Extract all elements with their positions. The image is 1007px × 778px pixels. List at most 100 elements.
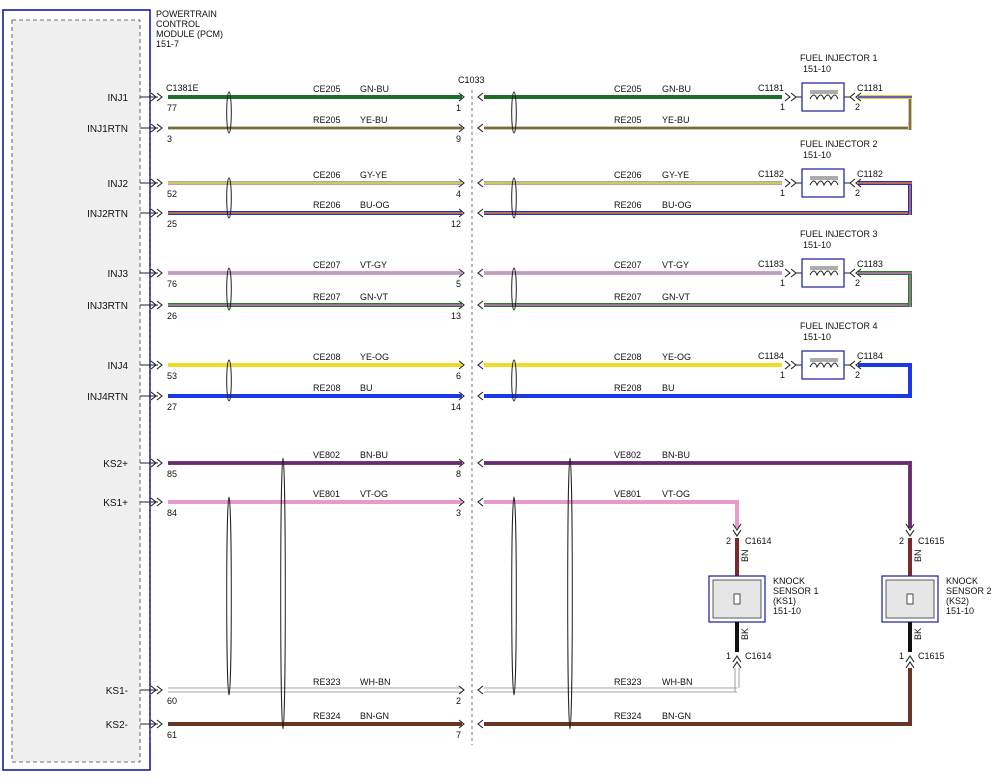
injector-conn-out: C1183: [857, 259, 883, 269]
circuit-id-left: RE207: [313, 292, 341, 302]
c1033-pin-number: 12: [451, 219, 461, 229]
circuit-color-left: VT-GY: [360, 260, 387, 270]
ks-connector-bottom: C1614: [745, 651, 772, 661]
ks-bottom-arrow: [732, 661, 742, 669]
inline-connector-label: C1033: [458, 75, 485, 85]
pcm-pin-label: KS2+: [103, 459, 128, 470]
pcm-pin-label: INJ2: [107, 179, 128, 190]
injector-pin-in: 1: [780, 370, 785, 380]
c1033-pin-number: 1: [456, 103, 461, 113]
circuit-id-left: VE801: [313, 489, 340, 499]
pcm-pin-number: 61: [167, 730, 177, 740]
pcm-pin-number: 26: [167, 311, 177, 321]
pcm-pin-label: INJ1RTN: [87, 124, 128, 135]
circuit-color-right: BN-BU: [662, 450, 690, 460]
injector-pin-arrow: [784, 178, 791, 188]
ks-connector-bottom: C1615: [918, 651, 945, 661]
pcm-pin-label: INJ4RTN: [87, 392, 128, 403]
injector-pin-out: 2: [855, 370, 860, 380]
ks-title-line: (KS2): [946, 596, 969, 606]
pcm-title-line-2: CONTROL: [156, 19, 200, 29]
c1033-pin-arrow: [477, 391, 484, 401]
injector-pin-in: 1: [780, 188, 785, 198]
c1033-pin-arrow: [477, 360, 484, 370]
ks-wire-color-top: BN: [740, 549, 750, 562]
circuit-color-right: BN-GN: [662, 711, 691, 721]
pcm-pin-label: KS1-: [106, 686, 128, 697]
fuel-injector: FUEL INJECTOR 3151-10 C1183 1 C1183 2: [758, 229, 883, 288]
circuit-color-right: GY-YE: [662, 170, 689, 180]
circuit-color-left: BN-BU: [360, 450, 388, 460]
c1033-pin-arrow: [477, 208, 484, 218]
circuit-id-right: RE206: [614, 200, 642, 210]
pcm-pin-number: 3: [167, 134, 172, 144]
injector-pin-out: 2: [855, 278, 860, 288]
circuit-color-left: BU: [360, 383, 373, 393]
pcm-title-line-1: POWERTRAIN: [156, 9, 217, 19]
circuit-id-left: VE802: [313, 450, 340, 460]
fuel-injector: FUEL INJECTOR 4151-10 C1184 1 C1184 2: [758, 321, 883, 380]
circuit-color-right: GN-VT: [662, 292, 691, 302]
injector-conn-in: C1183: [758, 259, 784, 269]
pcm-title-line-4: 151-7: [156, 39, 179, 49]
circuit-id-left: RE324: [313, 711, 341, 721]
ks-title-line: 151-10: [773, 606, 801, 616]
injector-conn-in: C1181: [758, 83, 784, 93]
pcm-pin-number: 76: [167, 279, 177, 289]
injector-title: FUEL INJECTOR 3: [800, 229, 878, 239]
circuit-id-right: RE208: [614, 383, 642, 393]
injector-pin-out: 2: [855, 188, 860, 198]
circuit-id-right: RE205: [614, 115, 642, 125]
c1033-pin-number: 2: [456, 696, 461, 706]
circuit-id-right: CE207: [614, 260, 642, 270]
pcm-pin-label: INJ3RTN: [87, 301, 128, 312]
circuit-id-left: CE208: [313, 352, 341, 362]
injector-pin-in: 1: [780, 102, 785, 112]
circuit-id-right: VE802: [614, 450, 641, 460]
c1033-pin-number: 5: [456, 279, 461, 289]
ks-bottom-arrow: [905, 661, 915, 669]
ks-element-icon: [733, 593, 741, 605]
injector-pin-arrow: [790, 268, 797, 278]
circuit-color-right: BU: [662, 383, 675, 393]
ks-wire-color-top: BN: [913, 549, 923, 562]
circuit-color-left: YE-OG: [360, 352, 389, 362]
pcm-pin-number: 53: [167, 371, 177, 381]
c1033-pin-number: 9: [456, 134, 461, 144]
circuit-color-left: GN-BU: [360, 84, 389, 94]
injector-pin-arrow: [784, 268, 791, 278]
circuit-color-left: GY-YE: [360, 170, 387, 180]
c1033-pin-arrow: [477, 685, 484, 695]
c1033-pin-number: 13: [451, 311, 461, 321]
c1033-pin-arrow: [477, 268, 484, 278]
circuit-id-right: CE208: [614, 352, 642, 362]
c1033-pin-number: 6: [456, 371, 461, 381]
injector-pin-arrow: [790, 178, 797, 188]
ks-title-line: SENSOR 2: [946, 586, 992, 596]
circuit-id-right: RE323: [614, 677, 642, 687]
ks-title-line: 151-10: [946, 606, 974, 616]
pcm-pin-number: 25: [167, 219, 177, 229]
c1033-pin-number: 4: [456, 189, 461, 199]
circuit-id-left: RE323: [313, 677, 341, 687]
circuit-color-right: VT-GY: [662, 260, 689, 270]
c1033-pin-number: 3: [456, 508, 461, 518]
c1033-pin-arrow: [458, 685, 465, 695]
injector-pin-arrow: [790, 92, 797, 102]
injector-pin-in: 1: [780, 278, 785, 288]
pcm-pin-number: 27: [167, 402, 177, 412]
injector-ref: 151-10: [803, 64, 831, 74]
ks-title-line: KNOCK: [946, 576, 978, 586]
circuit-id-right: CE205: [614, 84, 642, 94]
circuit-color-left: VT-OG: [360, 489, 388, 499]
circuit-id-left: CE206: [313, 170, 341, 180]
knock-sensor: 2 C1615 BN KNOCKSENSOR 2(KS2)151-10 BK 1 C1615: [881, 523, 992, 669]
circuit-id-left: RE205: [313, 115, 341, 125]
c1033-pin-arrow: [477, 497, 484, 507]
pcm-pin-number: 77: [167, 103, 177, 113]
fuel-injector: FUEL INJECTOR 2151-10 C1182 1 C1182 2: [758, 139, 883, 198]
knock-sensor: 2 C1614 BN KNOCKSENSOR 1(KS1)151-10 BK 1 C1614: [708, 523, 819, 669]
c1033-pin-arrow: [477, 300, 484, 310]
injector-title: FUEL INJECTOR 2: [800, 139, 878, 149]
injector-ref: 151-10: [803, 240, 831, 250]
